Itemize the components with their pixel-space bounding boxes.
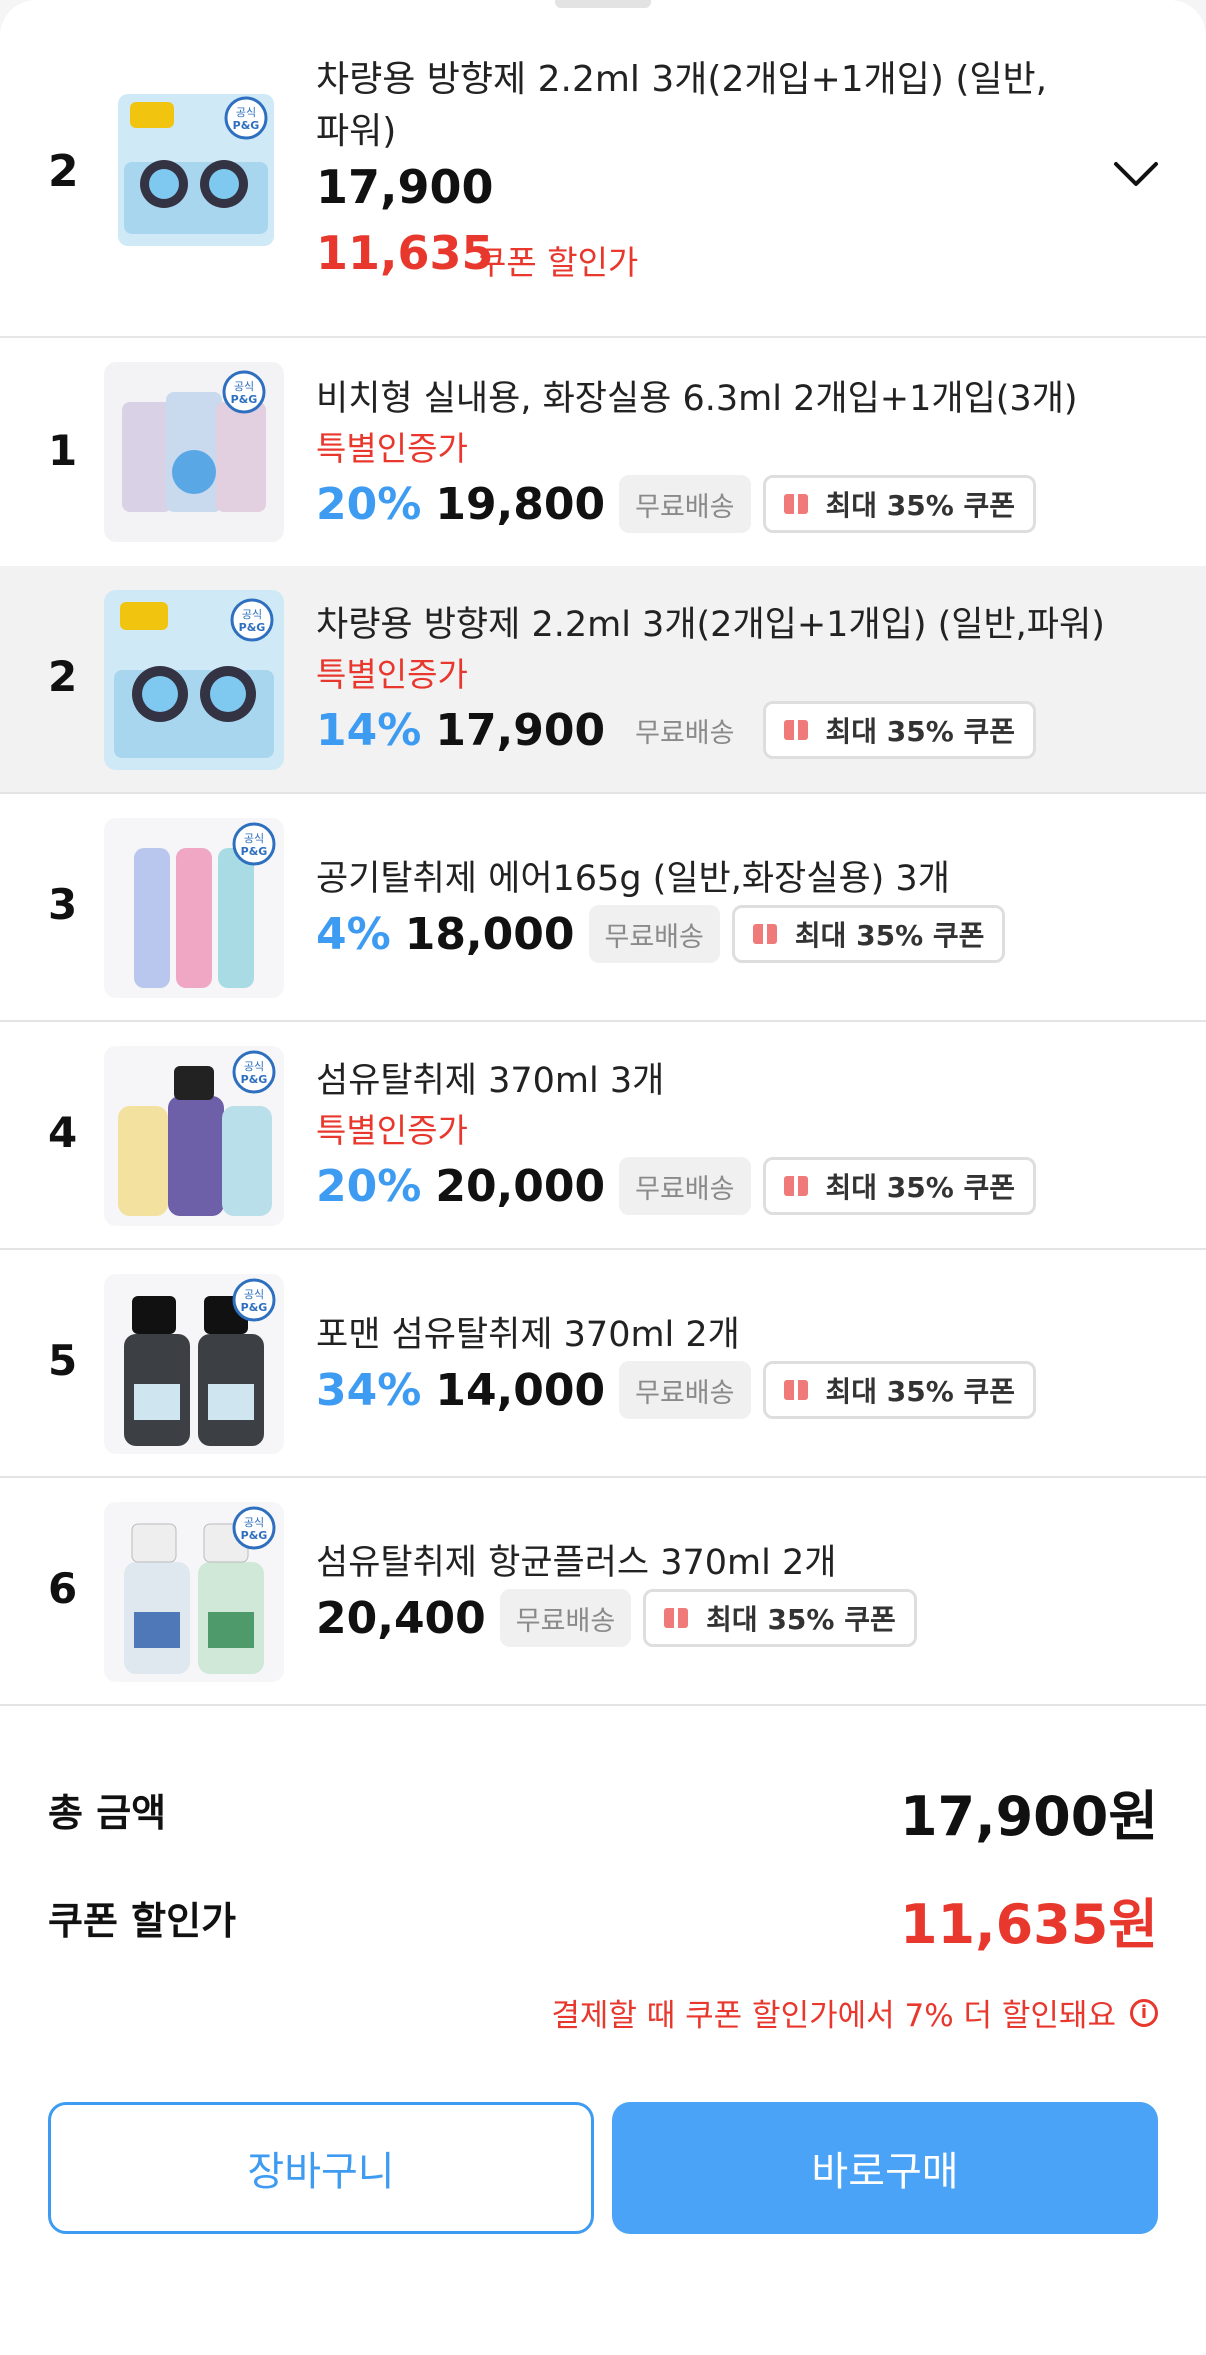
product-price: 19,800 (435, 478, 606, 530)
list-item[interactable]: 4 공식 P&G 섬유탈취제 370ml 3개 특별인증가 20% 20,000… (0, 1022, 1206, 1250)
svg-text:P&G: P&G (241, 1301, 268, 1314)
product-title: 공기탈취제 에어165g (일반,화장실용) 3개 (316, 859, 950, 899)
discount-rate: 4% (316, 908, 391, 960)
discount-rate: 20% (316, 478, 422, 530)
coupon-label: 최대 35% 쿠폰 (825, 489, 1016, 522)
svg-text:P&G: P&G (241, 1073, 268, 1086)
product-price: 20,000 (435, 1160, 606, 1212)
coupon-badge[interactable]: 최대 35% 쿠폰 (762, 701, 1037, 759)
list-item[interactable]: 3 공식 P&G 공기탈취제 에어165g (일반,화장실용) 3개 4% 18… (0, 794, 1206, 1022)
discount-rate: 20% (316, 1160, 422, 1212)
chevron-down-icon[interactable] (1108, 146, 1164, 202)
special-price-label: 특별인증가 (316, 1111, 468, 1150)
product-thumbnail: 공식 P&G (104, 818, 284, 998)
free-shipping-badge: 무료배송 (619, 1157, 751, 1215)
coupon-icon (752, 924, 777, 944)
product-title: 포맨 섬유탈취제 370ml 2개 (316, 1315, 740, 1355)
list-item[interactable]: 1 공식 P&G 비치형 실내용, 화장실용 6.3ml 2개입+1개입(3개)… (0, 340, 1206, 568)
selected-rank: 2 (48, 146, 79, 197)
product-price: 18,000 (404, 908, 575, 960)
add-to-cart-button[interactable]: 장바구니 (48, 2102, 594, 2234)
rank-number: 5 (48, 1336, 78, 1385)
buy-now-button[interactable]: 바로구매 (612, 2102, 1158, 2234)
free-shipping-badge: 무료배송 (588, 905, 720, 963)
product-thumbnail: 공식 P&G (104, 362, 284, 542)
coupon-price-label: 쿠폰 할인가 (48, 1899, 237, 1943)
rank-number: 4 (48, 1108, 78, 1157)
discount-rate: 34% (316, 1364, 422, 1416)
extra-discount-text: 결제할 때 쿠폰 할인가에서 7% 더 할인돼요 (551, 1998, 1116, 2034)
coupon-badge[interactable]: 최대 35% 쿠폰 (762, 475, 1037, 533)
free-shipping-badge: 무료배송 (635, 717, 735, 749)
free-shipping-badge: 무료배송 (619, 1361, 751, 1419)
product-price: 17,900 (435, 704, 606, 756)
free-shipping-badge: 무료배송 (619, 475, 751, 533)
coupon-label: 최대 35% 쿠폰 (825, 715, 1016, 748)
coupon-label: 최대 35% 쿠폰 (794, 919, 985, 952)
svg-text:P&G: P&G (231, 393, 258, 406)
coupon-label: 최대 35% 쿠폰 (825, 1375, 1016, 1408)
coupon-icon (664, 1608, 689, 1628)
info-icon[interactable]: i (1130, 1998, 1158, 2027)
product-title: 섬유탈취제 항균플러스 370ml 2개 (316, 1543, 837, 1583)
discount-rate: 14% (316, 704, 422, 756)
car-freshener-thumbnail: 공식 P&G (118, 94, 274, 246)
product-title: 차량용 방향제 2.2ml 3개(2개입+1개입) (일반,파워) (316, 605, 1105, 645)
selected-price: 17,900 (316, 160, 494, 214)
svg-text:공식: 공식 (242, 608, 262, 621)
selected-coupon-label: 쿠폰 할인가 (476, 243, 639, 282)
total-amount-label: 총 금액 (48, 1791, 167, 1835)
product-title: 비치형 실내용, 화장실용 6.3ml 2개입+1개입(3개) (316, 379, 1078, 419)
svg-text:공식: 공식 (244, 1288, 264, 1301)
selected-coupon-price: 11,635 (316, 226, 494, 280)
selected-option[interactable]: 2 공식 P&G 차량용 방향제 2.2ml 3개(2개입+1개입) (일반, … (0, 0, 1206, 338)
coupon-badge[interactable]: 최대 35% 쿠폰 (643, 1589, 917, 1647)
coupon-icon (783, 1176, 808, 1196)
rank-number: 6 (48, 1564, 78, 1613)
total-amount-value: 17,900원 (899, 1785, 1158, 1848)
svg-text:공식: 공식 (244, 832, 264, 845)
product-option-sheet: 2 공식 P&G 차량용 방향제 2.2ml 3개(2개입+1개입) (일반, … (0, 0, 1206, 2355)
product-thumbnail: 공식 P&G (104, 590, 284, 770)
coupon-icon (783, 494, 808, 514)
svg-text:공식: 공식 (244, 1516, 264, 1529)
svg-text:공식: 공식 (236, 106, 256, 119)
coupon-label: 최대 35% 쿠폰 (706, 1603, 896, 1636)
extra-discount-note: 결제할 때 쿠폰 할인가에서 7% 더 할인돼요 i (551, 1990, 1158, 2035)
svg-text:P&G: P&G (241, 845, 268, 858)
coupon-badge[interactable]: 최대 35% 쿠폰 (731, 905, 1006, 963)
product-thumbnail: 공식 P&G (104, 1046, 284, 1226)
list-item[interactable]: 6 공식 P&G 섬유탈취제 항균플러스 370ml 2개 20,400 무료배… (0, 1478, 1206, 1706)
rank-number: 1 (48, 426, 78, 475)
coupon-badge[interactable]: 최대 35% 쿠폰 (762, 1157, 1037, 1215)
coupon-price-value: 11,635원 (899, 1893, 1158, 1956)
special-price-label: 특별인증가 (316, 429, 468, 468)
svg-text:P&G: P&G (241, 1529, 268, 1542)
list-item[interactable]: 5 공식 P&G 포맨 섬유탈취제 370ml 2개 34% 14,000 무료… (0, 1250, 1206, 1478)
list-item[interactable]: 2 공식 P&G 차량용 방향제 2.2ml 3개(2개입+1개입) (일반,파… (0, 566, 1206, 794)
svg-text:P&G: P&G (239, 621, 266, 634)
svg-text:공식: 공식 (234, 380, 254, 393)
coupon-label: 최대 35% 쿠폰 (825, 1171, 1016, 1204)
svg-text:P&G: P&G (233, 119, 260, 132)
rank-number: 2 (48, 652, 78, 701)
product-title: 섬유탈취제 370ml 3개 (316, 1061, 665, 1101)
coupon-icon (783, 720, 808, 740)
coupon-icon (783, 1380, 808, 1400)
product-thumbnail: 공식 P&G (104, 1274, 284, 1454)
coupon-badge[interactable]: 최대 35% 쿠폰 (762, 1361, 1037, 1419)
product-thumbnail: 공식 P&G (104, 1502, 284, 1682)
special-price-label: 특별인증가 (316, 655, 468, 694)
product-price: 20,400 (316, 1592, 486, 1644)
free-shipping-badge: 무료배송 (499, 1589, 632, 1647)
selected-title: 차량용 방향제 2.2ml 3개(2개입+1개입) (일반, 파워) (316, 59, 1048, 152)
rank-number: 3 (48, 880, 78, 929)
product-price: 14,000 (435, 1364, 606, 1416)
svg-text:공식: 공식 (244, 1060, 264, 1073)
